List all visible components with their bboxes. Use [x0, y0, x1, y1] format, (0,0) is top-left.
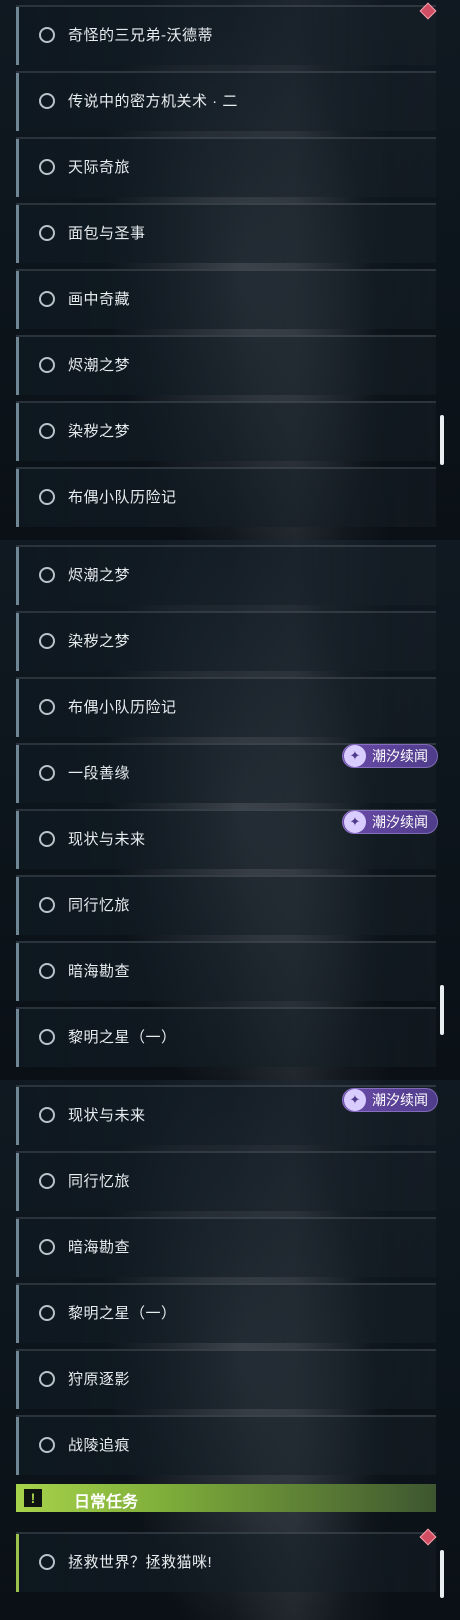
tide-icon: ✦	[344, 811, 366, 833]
quest-label: 奇怪的三兄弟-沃德蒂	[68, 27, 213, 44]
radio-icon[interactable]	[39, 765, 55, 781]
scrollbar[interactable]	[440, 415, 444, 465]
quest-label: 暗海勘查	[68, 1239, 131, 1256]
quest-row[interactable]: 黎明之星（一）	[16, 1007, 436, 1067]
quest-label: 染秽之梦	[68, 423, 131, 440]
quest-row[interactable]: 烬潮之梦	[16, 335, 436, 395]
radio-icon[interactable]	[39, 489, 55, 505]
quest-label: 同行忆旅	[68, 897, 131, 914]
radio-icon[interactable]	[39, 1107, 55, 1123]
quest-label: 黎明之星（一）	[68, 1305, 177, 1322]
quest-label: 一段善缘	[68, 765, 131, 782]
radio-icon[interactable]	[39, 699, 55, 715]
tide-icon: ✦	[344, 1089, 366, 1111]
quest-tag-badge: ✦ 潮汐续闻	[342, 1088, 438, 1112]
quest-row[interactable]: 面包与圣事	[16, 203, 436, 263]
quest-label: 画中奇藏	[68, 291, 131, 308]
radio-icon[interactable]	[39, 633, 55, 649]
radio-icon[interactable]	[39, 27, 55, 43]
quest-row[interactable]: 布偶小队历险记	[16, 467, 436, 527]
quest-row[interactable]: 战陵追痕	[16, 1415, 436, 1475]
quest-list-screen-3: ✦ 潮汐续闻 现状与未来 同行忆旅 暗海勘查 黎明之星（一） 狩原逐影 战陵追痕 …	[0, 1080, 460, 1620]
quest-row[interactable]: 布偶小队历险记	[16, 677, 436, 737]
radio-icon[interactable]	[39, 831, 55, 847]
radio-icon[interactable]	[39, 1239, 55, 1255]
quest-label: 暗海勘查	[68, 963, 131, 980]
section-title: 日常任务	[74, 1494, 139, 1511]
quest-label: 战陵追痕	[68, 1437, 131, 1454]
quest-row[interactable]: 画中奇藏	[16, 269, 436, 329]
quest-row[interactable]: 暗海勘查	[16, 941, 436, 1001]
quest-label: 烬潮之梦	[68, 567, 131, 584]
radio-icon[interactable]	[39, 225, 55, 241]
exclamation-icon: !	[24, 1489, 42, 1507]
quest-label: 狩原逐影	[68, 1371, 131, 1388]
quest-row[interactable]: 狩原逐影	[16, 1349, 436, 1409]
radio-icon[interactable]	[39, 291, 55, 307]
quest-list-screen-1: 奇怪的三兄弟-沃德蒂 传说中的密方机关术 · 二 天际奇旅 面包与圣事 画中奇藏…	[0, 0, 460, 540]
quest-row[interactable]: 黎明之星（一）	[16, 1283, 436, 1343]
quest-row[interactable]: 同行忆旅	[16, 1151, 436, 1211]
quest-tag-badge: ✦ 潮汐续闻	[342, 810, 438, 834]
radio-icon[interactable]	[39, 1437, 55, 1453]
radio-icon[interactable]	[39, 963, 55, 979]
quest-row[interactable]: 天际奇旅	[16, 137, 436, 197]
tide-icon: ✦	[344, 745, 366, 767]
daily-quests-header[interactable]: ! 日常任务	[16, 1484, 436, 1512]
quest-label: 现状与未来	[68, 1107, 146, 1124]
quest-row[interactable]: 同行忆旅	[16, 875, 436, 935]
radio-icon[interactable]	[39, 567, 55, 583]
radio-icon[interactable]	[39, 1173, 55, 1189]
quest-row[interactable]: 烬潮之梦	[16, 545, 436, 605]
quest-list-screen-2: 烬潮之梦 染秽之梦 布偶小队历险记 一段善缘 现状与未来 同行忆旅 暗海勘查 黎…	[0, 540, 460, 1080]
quest-label: 拯救世界？拯救猫咪!	[68, 1554, 213, 1571]
quest-label: 黎明之星（一）	[68, 1029, 177, 1046]
radio-icon[interactable]	[39, 423, 55, 439]
quest-row[interactable]: 传说中的密方机关术 · 二	[16, 71, 436, 131]
quest-label: 烬潮之梦	[68, 357, 131, 374]
quest-row[interactable]: 染秽之梦	[16, 611, 436, 671]
radio-icon[interactable]	[39, 1305, 55, 1321]
quest-label: 面包与圣事	[68, 225, 146, 242]
scrollbar[interactable]	[440, 985, 444, 1035]
quest-row[interactable]: 染秽之梦	[16, 401, 436, 461]
quest-label: 同行忆旅	[68, 1173, 131, 1190]
radio-icon[interactable]	[39, 159, 55, 175]
radio-icon[interactable]	[39, 897, 55, 913]
quest-tag-badge: ✦ 潮汐续闻	[342, 744, 438, 768]
quest-label: 布偶小队历险记	[68, 489, 177, 506]
quest-label: 现状与未来	[68, 831, 146, 848]
quest-row[interactable]: 暗海勘查	[16, 1217, 436, 1277]
radio-icon[interactable]	[39, 357, 55, 373]
scrollbar[interactable]	[440, 1550, 444, 1598]
quest-row[interactable]: 拯救世界？拯救猫咪!	[16, 1532, 436, 1592]
radio-icon[interactable]	[39, 1554, 55, 1570]
radio-icon[interactable]	[39, 93, 55, 109]
quest-label: 染秽之梦	[68, 633, 131, 650]
radio-icon[interactable]	[39, 1029, 55, 1045]
radio-icon[interactable]	[39, 1371, 55, 1387]
quest-label: 传说中的密方机关术 · 二	[68, 93, 238, 110]
quest-row[interactable]: 奇怪的三兄弟-沃德蒂	[16, 5, 436, 65]
quest-label: 布偶小队历险记	[68, 699, 177, 716]
quest-label: 天际奇旅	[68, 159, 131, 176]
